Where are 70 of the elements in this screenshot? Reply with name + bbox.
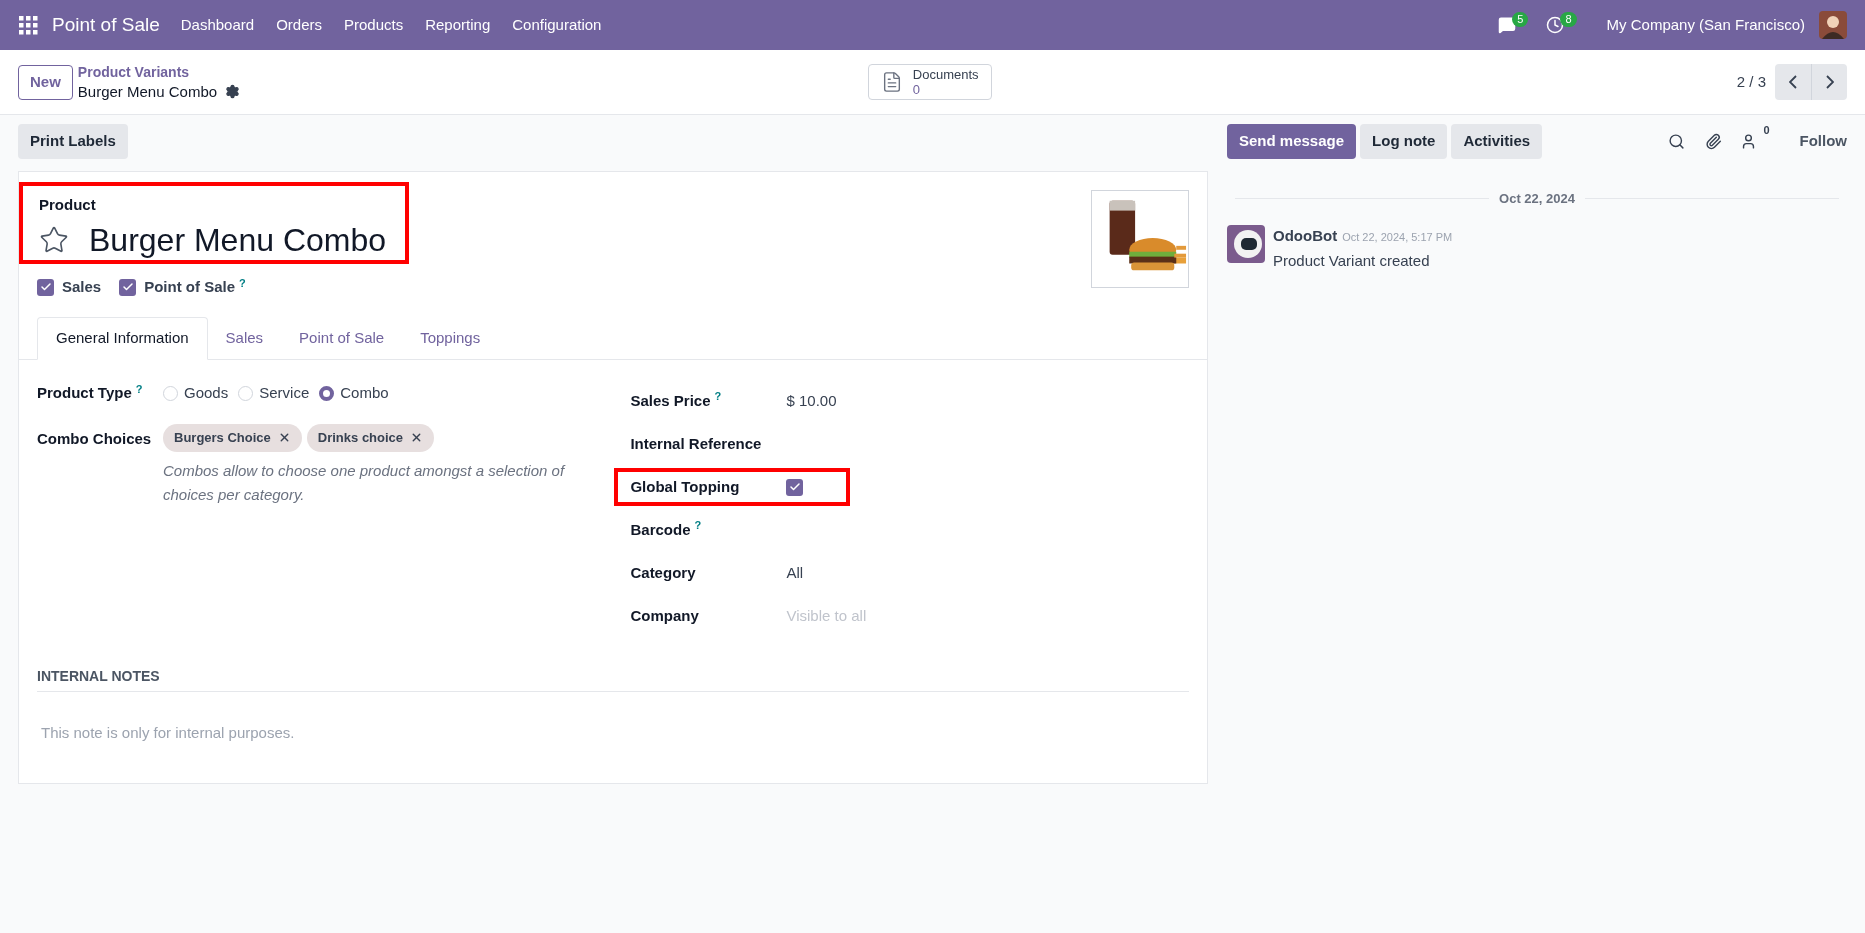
follow-button[interactable]: Follow bbox=[1799, 130, 1847, 153]
followers-count: 0 bbox=[1763, 124, 1770, 136]
menu-item[interactable]: Products bbox=[333, 13, 415, 37]
user-avatar[interactable] bbox=[1819, 11, 1847, 39]
breadcrumb-link[interactable]: Product Variants bbox=[77, 63, 190, 82]
radio-label: Combo bbox=[340, 383, 389, 404]
radio-button[interactable] bbox=[319, 386, 335, 401]
menu-item[interactable]: Configuration bbox=[501, 13, 613, 37]
tab[interactable]: Toppings bbox=[402, 316, 499, 360]
field-value[interactable]: $ 10.00 bbox=[786, 389, 837, 413]
chatter-button[interactable]: Activities bbox=[1451, 124, 1543, 159]
app-name[interactable]: Point of Sale bbox=[52, 10, 160, 40]
checkbox[interactable] bbox=[119, 278, 137, 296]
message-body: Product Variant created bbox=[1273, 251, 1431, 271]
activities-icon[interactable] bbox=[1546, 16, 1565, 34]
settings-icon[interactable] bbox=[225, 84, 241, 99]
radio-label: Service bbox=[259, 383, 310, 404]
help-mark[interactable]: ? bbox=[239, 276, 246, 289]
paperclip-icon[interactable] bbox=[1705, 133, 1723, 150]
menu-item[interactable]: Reporting bbox=[414, 13, 502, 37]
field-label: Product bbox=[39, 196, 97, 214]
option-label: Point of Sale $^{?}$ bbox=[144, 276, 246, 297]
field-label: Barcode $^{?}$ bbox=[630, 518, 703, 540]
bot-avatar bbox=[1227, 224, 1265, 263]
checkbox[interactable] bbox=[37, 278, 54, 296]
radio-label: Goods bbox=[184, 383, 229, 404]
pager-value: 2 / 3 bbox=[1736, 71, 1766, 92]
product-name: Burger Menu Combo bbox=[89, 221, 387, 260]
section-title: INTERNAL NOTES bbox=[37, 665, 1189, 692]
next-button[interactable] bbox=[1811, 64, 1847, 100]
message-time: Oct 22, 2024, 5:17 PM bbox=[1342, 229, 1453, 245]
count-badge: 5 bbox=[1512, 12, 1529, 27]
documents-button[interactable]: Documents 0 bbox=[867, 64, 992, 100]
tab[interactable]: General Information bbox=[37, 316, 208, 360]
option-label: Sales bbox=[62, 277, 102, 297]
company-switcher[interactable]: My Company (San Francisco) bbox=[1606, 13, 1805, 37]
chatter-button[interactable]: Log note bbox=[1360, 124, 1448, 159]
date-separator: Oct 22, 2024 bbox=[1498, 190, 1576, 208]
menu-item[interactable]: Dashboard bbox=[169, 13, 266, 37]
check-icon bbox=[788, 481, 801, 493]
print-labels-button[interactable]: Print Labels bbox=[18, 124, 128, 159]
apps-menu-icon[interactable] bbox=[18, 15, 38, 35]
field-label: Company bbox=[630, 605, 700, 626]
count-badge: 8 bbox=[1560, 12, 1577, 27]
help-mark[interactable]: ? bbox=[694, 519, 702, 532]
field-value[interactable]: All bbox=[786, 561, 804, 585]
field-label: Product Type $^{?}$ bbox=[37, 382, 144, 404]
menu-item[interactable]: Orders bbox=[265, 13, 333, 37]
new-button[interactable]: New bbox=[18, 64, 73, 100]
tab[interactable]: Sales bbox=[207, 316, 282, 360]
chevron-left-icon bbox=[1789, 75, 1797, 89]
checkbox[interactable] bbox=[786, 478, 804, 496]
field-label: Global Topping bbox=[630, 476, 741, 497]
tag: Drinks choice bbox=[306, 423, 435, 452]
tab[interactable]: Point of Sale bbox=[281, 316, 403, 360]
record-title: Burger Menu Combo bbox=[77, 82, 218, 101]
help-mark[interactable]: ? bbox=[714, 390, 722, 403]
favorite-star-icon[interactable] bbox=[39, 225, 69, 255]
field-label: Category bbox=[630, 562, 697, 583]
message-author: OdooBot bbox=[1273, 225, 1338, 246]
field-label: Internal Reference bbox=[630, 433, 763, 454]
chatter-button[interactable]: Send message bbox=[1227, 124, 1357, 159]
field-label: Combo Choices bbox=[37, 428, 153, 449]
previous-button[interactable] bbox=[1775, 64, 1811, 100]
tag: Burgers Choice bbox=[163, 423, 302, 452]
hint-text: Combos allow to choose one product amongst a selection of choices per category. bbox=[163, 460, 567, 505]
field-label: Sales Price $^{?}$ bbox=[630, 389, 723, 411]
chevron-right-icon bbox=[1825, 75, 1834, 89]
help-mark[interactable]: ? bbox=[135, 382, 143, 395]
search-icon[interactable] bbox=[1668, 133, 1686, 150]
